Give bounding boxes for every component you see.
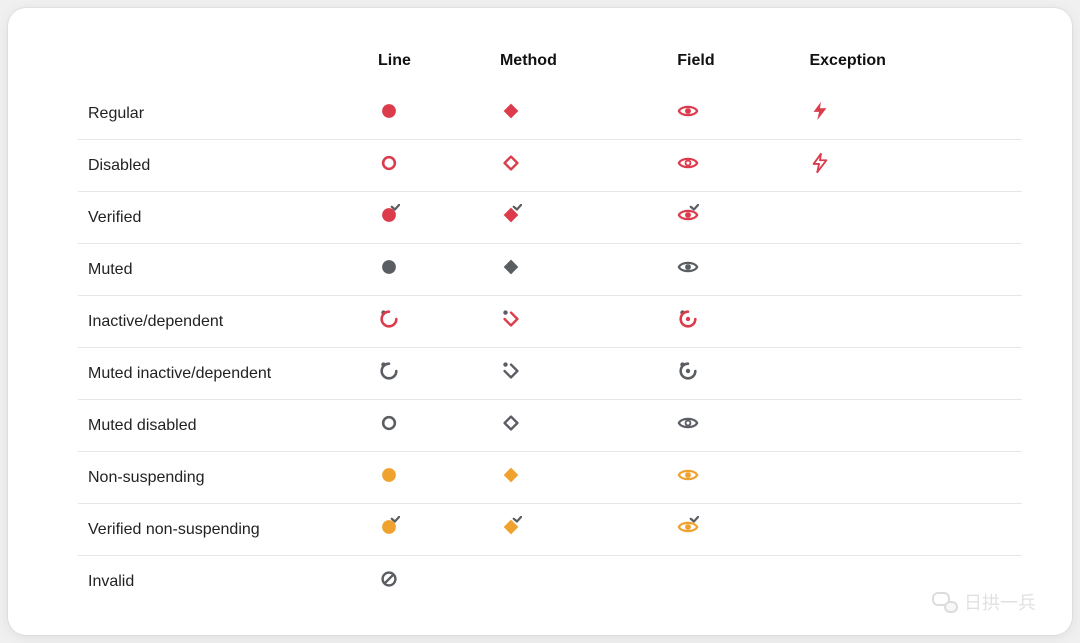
method-breakpoint-icon	[500, 109, 522, 126]
field-icon-cell	[667, 504, 799, 556]
row-label: Disabled	[78, 140, 368, 192]
row-label: Non-suspending	[78, 452, 368, 504]
table-row: Non-suspending	[78, 452, 1022, 504]
method-breakpoint-icon	[500, 421, 522, 438]
row-label: Invalid	[78, 556, 368, 608]
method-icon-cell	[490, 296, 667, 348]
field-breakpoint-icon	[677, 265, 699, 282]
field-breakpoint-icon	[677, 369, 699, 386]
exception-icon-cell	[799, 452, 1022, 504]
method-icon-cell	[490, 400, 667, 452]
table-row: Invalid	[78, 556, 1022, 608]
field-icon-cell	[667, 140, 799, 192]
line-icon-cell	[368, 348, 490, 400]
exception-icon-cell	[799, 140, 1022, 192]
method-breakpoint-icon	[500, 161, 522, 178]
row-label: Inactive/dependent	[78, 296, 368, 348]
field-breakpoint-icon	[677, 525, 699, 542]
table-row: Disabled	[78, 140, 1022, 192]
line-icon-cell	[368, 452, 490, 504]
field-breakpoint-icon	[677, 421, 699, 438]
method-breakpoint-icon	[500, 525, 522, 542]
field-icon-cell	[667, 348, 799, 400]
header-line: Line	[368, 38, 490, 88]
field-icon-cell	[667, 556, 799, 608]
line-icon-cell	[368, 244, 490, 296]
field-breakpoint-icon	[677, 213, 699, 230]
method-breakpoint-icon	[500, 213, 522, 230]
field-icon-cell	[667, 400, 799, 452]
breakpoint-icons-table-card: Line Method Field Exception RegularDisab…	[8, 8, 1072, 635]
field-breakpoint-icon	[677, 473, 699, 490]
header-field: Field	[667, 38, 799, 88]
method-icon-cell	[490, 504, 667, 556]
exception-icon-cell	[799, 88, 1022, 140]
line-icon-cell	[368, 296, 490, 348]
exception-breakpoint-icon	[809, 161, 831, 178]
field-breakpoint-icon	[677, 317, 699, 334]
method-icon-cell	[490, 556, 667, 608]
method-icon-cell	[490, 88, 667, 140]
header-exception: Exception	[799, 38, 1022, 88]
line-breakpoint-icon	[378, 265, 400, 282]
method-breakpoint-icon	[500, 473, 522, 490]
field-icon-cell	[667, 88, 799, 140]
method-breakpoint-icon	[500, 265, 522, 282]
table-row: Muted inactive/dependent	[78, 348, 1022, 400]
line-breakpoint-icon	[378, 317, 400, 334]
row-label: Regular	[78, 88, 368, 140]
table-row: Regular	[78, 88, 1022, 140]
exception-icon-cell	[799, 504, 1022, 556]
breakpoint-icons-table: Line Method Field Exception RegularDisab…	[78, 38, 1022, 607]
table-row: Muted	[78, 244, 1022, 296]
field-icon-cell	[667, 192, 799, 244]
row-label: Verified non-suspending	[78, 504, 368, 556]
line-breakpoint-icon	[378, 369, 400, 386]
line-icon-cell	[368, 88, 490, 140]
exception-icon-cell	[799, 556, 1022, 608]
method-icon-cell	[490, 348, 667, 400]
method-icon-cell	[490, 192, 667, 244]
field-breakpoint-icon	[677, 161, 699, 178]
line-breakpoint-icon	[378, 161, 400, 178]
method-icon-cell	[490, 244, 667, 296]
line-breakpoint-icon	[378, 473, 400, 490]
header-method: Method	[490, 38, 667, 88]
row-label: Verified	[78, 192, 368, 244]
line-breakpoint-icon	[378, 421, 400, 438]
line-icon-cell	[368, 504, 490, 556]
table-row: Muted disabled	[78, 400, 1022, 452]
line-breakpoint-icon	[378, 109, 400, 126]
line-icon-cell	[368, 556, 490, 608]
header-empty	[78, 38, 368, 88]
field-icon-cell	[667, 244, 799, 296]
line-icon-cell	[368, 400, 490, 452]
line-icon-cell	[368, 140, 490, 192]
field-icon-cell	[667, 296, 799, 348]
field-icon-cell	[667, 452, 799, 504]
table-row: Inactive/dependent	[78, 296, 1022, 348]
line-breakpoint-icon	[378, 213, 400, 230]
line-icon-cell	[368, 192, 490, 244]
line-breakpoint-icon	[378, 577, 400, 594]
method-breakpoint-icon	[500, 369, 522, 386]
exception-breakpoint-icon	[809, 109, 831, 126]
exception-icon-cell	[799, 348, 1022, 400]
table-row: Verified non-suspending	[78, 504, 1022, 556]
exception-icon-cell	[799, 400, 1022, 452]
exception-icon-cell	[799, 244, 1022, 296]
row-label: Muted	[78, 244, 368, 296]
method-breakpoint-icon	[500, 317, 522, 334]
exception-icon-cell	[799, 192, 1022, 244]
line-breakpoint-icon	[378, 525, 400, 542]
method-icon-cell	[490, 452, 667, 504]
exception-icon-cell	[799, 296, 1022, 348]
method-icon-cell	[490, 140, 667, 192]
row-label: Muted disabled	[78, 400, 368, 452]
field-breakpoint-icon	[677, 109, 699, 126]
row-label: Muted inactive/dependent	[78, 348, 368, 400]
table-row: Verified	[78, 192, 1022, 244]
